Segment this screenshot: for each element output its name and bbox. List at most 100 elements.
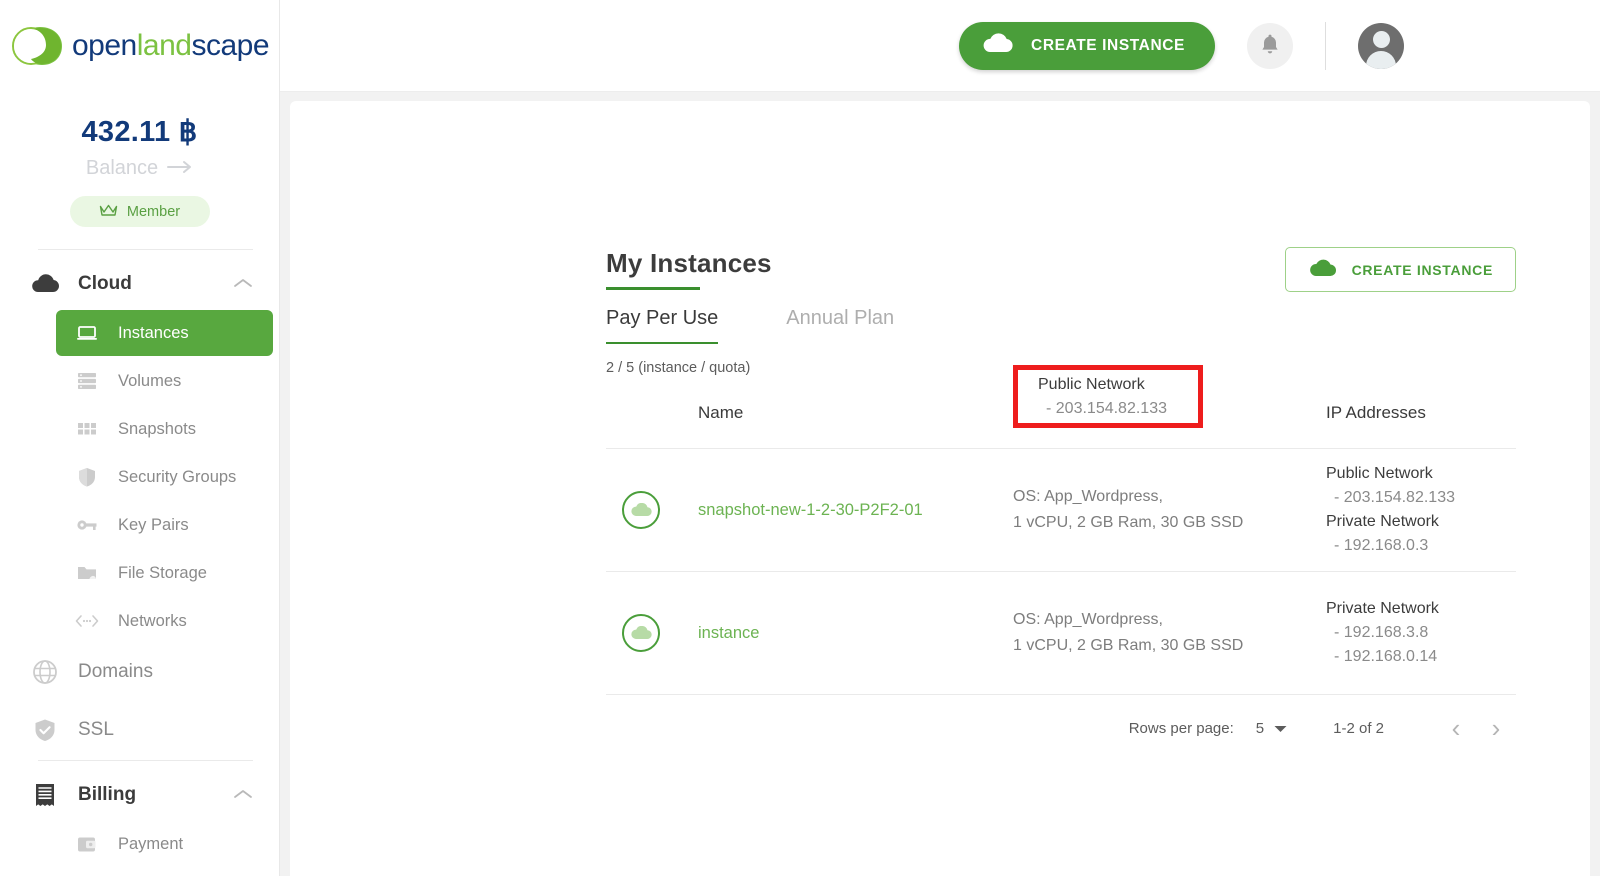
network-ip-private-1: - 192.168.3.8 xyxy=(1326,621,1586,645)
sidebar-item-credit-card[interactable]: Credit Card xyxy=(56,869,253,876)
main-area: CREATE INSTANCE My Instances CREATE IN xyxy=(280,0,1600,876)
server-stack-icon xyxy=(74,372,100,390)
instance-spec-line2: 1 vCPU, 2 GB Ram, 30 GB SSD xyxy=(1013,510,1326,536)
network-title-private: Private Network xyxy=(1326,510,1586,534)
sidebar-item-instances-label: Instances xyxy=(118,324,189,343)
instance-spec-line1: OS: App_Wordpress, xyxy=(1013,484,1326,510)
table-header-name: Name xyxy=(698,397,1013,423)
avatar[interactable] xyxy=(1358,23,1404,69)
chevron-left-icon[interactable]: ‹ xyxy=(1436,713,1476,744)
instance-spec-cell: OS: App_Wordpress, 1 vCPU, 2 GB Ram, 30 … xyxy=(1013,607,1326,658)
sidebar-item-payment[interactable]: Payment xyxy=(56,821,253,867)
balance-amount: 432.11 ฿ xyxy=(0,114,279,149)
brand-name-scape: scape xyxy=(191,29,269,62)
chevron-up-icon[interactable] xyxy=(233,273,253,295)
sidebar-divider-top xyxy=(38,249,253,250)
sidebar-item-security-groups-label: Security Groups xyxy=(118,468,236,487)
shield-icon xyxy=(74,467,100,487)
crown-icon xyxy=(99,203,118,221)
sidebar-group-cloud-label: Cloud xyxy=(78,273,215,295)
instance-name-cell: snapshot-new-1-2-30-P2F2-01 xyxy=(698,501,1013,520)
cloud-icon xyxy=(1308,259,1338,281)
sidebar-item-volumes[interactable]: Volumes xyxy=(56,358,253,404)
rows-per-page-value: 5 xyxy=(1256,720,1264,737)
sidebar-item-payment-label: Payment xyxy=(118,835,183,854)
cloud-instance-icon xyxy=(622,491,660,529)
create-instance-button-main[interactable]: CREATE INSTANCE xyxy=(1285,247,1516,292)
table-header-status: Status xyxy=(1586,397,1600,423)
create-instance-button-main-label: CREATE INSTANCE xyxy=(1352,262,1493,278)
content-card: My Instances CREATE INSTANCE Pay Per Use… xyxy=(290,101,1590,876)
leaf-circle-logo-icon xyxy=(10,23,68,69)
instance-name-link[interactable]: snapshot-new-1-2-30-P2F2-01 xyxy=(698,501,923,519)
chevron-right-icon[interactable]: › xyxy=(1476,713,1516,744)
sidebar-group-billing[interactable]: Billing xyxy=(0,771,279,819)
network-title-public: Public Network xyxy=(1326,462,1586,486)
page-title-underline xyxy=(606,287,700,290)
avatar-body xyxy=(1366,51,1396,69)
instance-name-link[interactable]: instance xyxy=(698,624,759,642)
create-instance-button-top[interactable]: CREATE INSTANCE xyxy=(959,22,1215,70)
tab-pay-per-use[interactable]: Pay Per Use xyxy=(606,307,718,344)
instance-spec-line1: OS: App_Wordpress, xyxy=(1013,607,1326,633)
user-avatar-icon xyxy=(1373,31,1390,48)
instance-icon-cell xyxy=(606,614,698,652)
key-icon xyxy=(74,517,100,533)
brand-name-land: land xyxy=(137,29,192,62)
sidebar-item-volumes-label: Volumes xyxy=(118,372,181,391)
create-instance-button-top-label: CREATE INSTANCE xyxy=(1031,37,1185,55)
page-title: My Instances xyxy=(606,248,772,279)
notifications-button[interactable] xyxy=(1247,23,1293,69)
grid-icon xyxy=(74,420,100,438)
sidebar-item-security-groups[interactable]: Security Groups xyxy=(56,454,253,500)
sidebar-item-domains-label: Domains xyxy=(78,661,253,683)
app-root: openlandscape 432.11 ฿ Balance Member xyxy=(0,0,1600,876)
caret-down-icon xyxy=(1274,720,1287,737)
highlight-box-public-network: Public Network - 203.154.82.133 xyxy=(1013,365,1203,428)
rows-per-page-select[interactable]: 5 xyxy=(1256,720,1287,737)
cloud-icon xyxy=(981,32,1015,59)
topbar: CREATE INSTANCE xyxy=(280,0,1600,92)
network-ip-private: - 192.168.0.3 xyxy=(1326,534,1586,558)
tabs: Pay Per Use Annual Plan xyxy=(606,307,894,344)
sidebar-item-file-storage[interactable]: File Storage xyxy=(56,550,253,596)
sidebar-item-key-pairs[interactable]: Key Pairs xyxy=(56,502,253,548)
instances-table: Name Spec IP Addresses Status Action sna… xyxy=(606,397,1516,695)
tab-annual-plan[interactable]: Annual Plan xyxy=(786,307,894,344)
balance-link[interactable]: Balance xyxy=(0,157,279,180)
sidebar-item-file-storage-label: File Storage xyxy=(118,564,207,583)
table-header-ip-addresses: IP Addresses xyxy=(1326,397,1586,423)
balance-block: 432.11 ฿ Balance Member xyxy=(0,92,279,227)
instance-ip-cell: Public Network - 203.154.82.133 Private … xyxy=(1326,462,1586,558)
sidebar-item-ssl[interactable]: SSL xyxy=(0,706,279,754)
pagination: Rows per page: 5 1-2 of 2 ‹ › xyxy=(1129,713,1516,744)
sidebar-item-instances[interactable]: Instances xyxy=(56,310,273,356)
pagination-range: 1-2 of 2 xyxy=(1333,720,1384,737)
sidebar-item-key-pairs-label: Key Pairs xyxy=(118,516,189,535)
quota-text: 2 / 5 (instance / quota) xyxy=(606,360,750,376)
instance-spec-line2: 1 vCPU, 2 GB Ram, 30 GB SSD xyxy=(1013,633,1326,659)
network-title-private: Private Network xyxy=(1326,597,1586,621)
sidebar-item-snapshots[interactable]: Snapshots xyxy=(56,406,253,452)
brand-name: openlandscape xyxy=(72,29,269,63)
sidebar-item-ssl-label: SSL xyxy=(78,719,253,741)
brand-logo[interactable]: openlandscape xyxy=(0,0,279,92)
table-row: snapshot-new-1-2-30-P2F2-01 OS: App_Word… xyxy=(606,449,1516,572)
chevron-up-icon[interactable] xyxy=(233,784,253,806)
network-ip-public: - 203.154.82.133 xyxy=(1326,486,1586,510)
sidebar-item-networks-label: Networks xyxy=(118,612,187,631)
bell-icon xyxy=(1260,33,1280,58)
sidebar-item-snapshots-label: Snapshots xyxy=(118,420,196,439)
sidebar-item-domains[interactable]: Domains xyxy=(0,648,279,696)
cloud-icon xyxy=(30,274,60,294)
member-badge: Member xyxy=(70,196,210,227)
wallet-icon xyxy=(74,835,100,854)
highlight-network-title: Public Network xyxy=(1038,373,1198,397)
sidebar-group-cloud[interactable]: Cloud xyxy=(0,260,279,308)
sidebar-item-networks[interactable]: Networks xyxy=(56,598,253,644)
folder-icon xyxy=(74,564,100,582)
instance-status-cell: SHUTOFF xyxy=(1586,491,1600,529)
sidebar-group-billing-label: Billing xyxy=(78,784,215,806)
highlight-network-ip: - 203.154.82.133 xyxy=(1038,397,1198,421)
instance-status-cell: SHUTOFF xyxy=(1586,614,1600,652)
